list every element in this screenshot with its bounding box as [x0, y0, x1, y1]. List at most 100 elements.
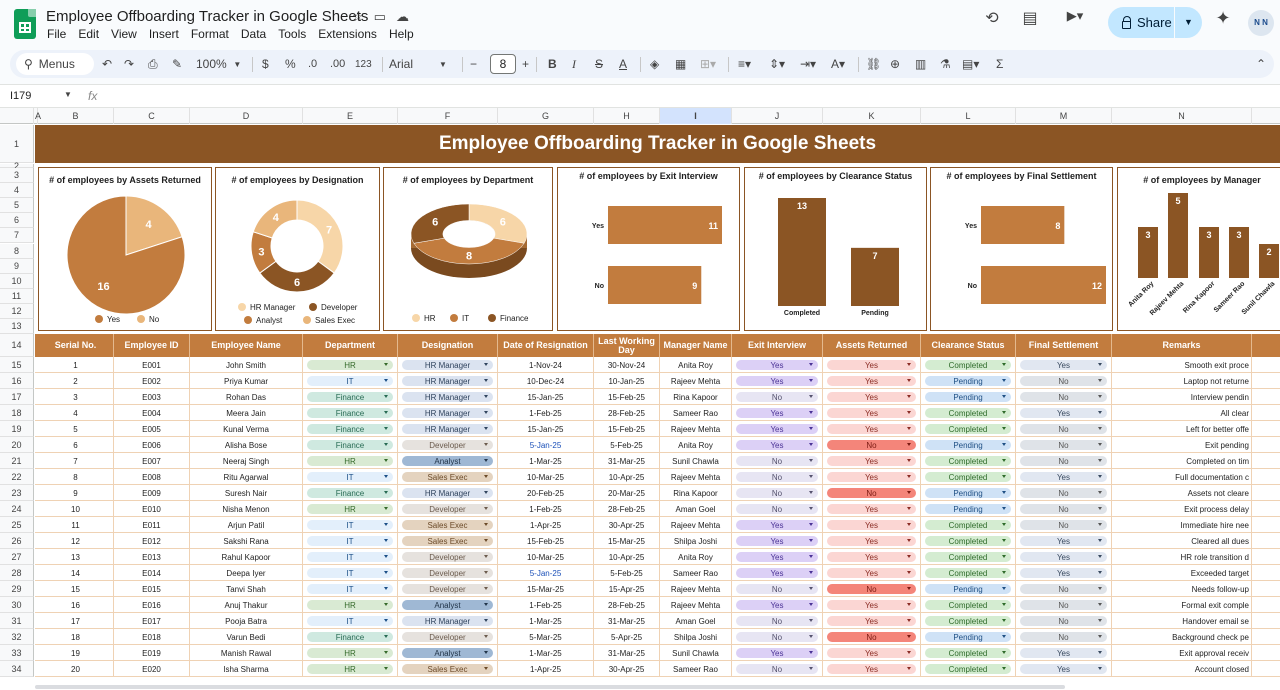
dropdown-chip[interactable]: IT	[306, 376, 394, 386]
dropdown-chip[interactable]: Yes	[826, 456, 917, 466]
cell-manager-name[interactable]: Rajeev Mehta	[660, 469, 732, 485]
document-title[interactable]: Employee Offboarding Tracker in Google S…	[46, 8, 368, 25]
cell-exit-interview[interactable]: No	[732, 581, 823, 597]
row-header-7[interactable]: 7	[0, 228, 34, 244]
dropdown-chip[interactable]: No	[1019, 424, 1108, 434]
dropdown-chip[interactable]: Yes	[1019, 568, 1108, 578]
dropdown-chip[interactable]: No	[1019, 520, 1108, 530]
cell-manager-name[interactable]: Aman Goel	[660, 613, 732, 629]
dropdown-chip[interactable]: Analyst	[401, 456, 494, 466]
filter-views-icon[interactable]: ▤▾	[962, 55, 979, 73]
dropdown-chip[interactable]: No	[826, 488, 917, 498]
column-header-j[interactable]: J	[732, 108, 823, 124]
cell-designation[interactable]: Developer	[398, 581, 498, 597]
dropdown-chip[interactable]: Yes	[1019, 664, 1108, 674]
dropdown-chip[interactable]: Completed	[924, 600, 1012, 610]
cell-serial-no-[interactable]: 9	[38, 485, 114, 501]
cell-last-working-day[interactable]: 30-Apr-25	[594, 517, 660, 533]
cell-date-of-resignation[interactable]: 1-Mar-25	[498, 613, 594, 629]
cell-assets-returned[interactable]: No	[823, 581, 921, 597]
chart-card-4[interactable]: # of employees by Exit Interview 11 Yes 9 No	[557, 167, 740, 331]
cell-exit-interview[interactable]: No	[732, 453, 823, 469]
cell-department[interactable]: IT	[303, 549, 398, 565]
cell-manager-name[interactable]: Rina Kapoor	[660, 485, 732, 501]
dropdown-chip[interactable]: Finance	[306, 408, 394, 418]
cell-assets-returned[interactable]: Yes	[823, 565, 921, 581]
row-header-24[interactable]: 24	[0, 501, 34, 517]
menu-data[interactable]: Data	[241, 27, 266, 41]
cell-employee-id[interactable]: E012	[114, 533, 190, 549]
dropdown-chip[interactable]: Yes	[826, 408, 917, 418]
row-header-14[interactable]: 14	[0, 334, 34, 357]
cell-exit-interview[interactable]: Yes	[732, 357, 823, 373]
cell-assets-returned[interactable]: No	[823, 437, 921, 453]
cell-assets-returned[interactable]: Yes	[823, 501, 921, 517]
dropdown-chip[interactable]: No	[735, 488, 819, 498]
cell-serial-no-[interactable]: 16	[38, 597, 114, 613]
cell-department[interactable]: IT	[303, 533, 398, 549]
dropdown-chip[interactable]: No	[1019, 456, 1108, 466]
dropdown-chip[interactable]: Yes	[826, 360, 917, 370]
cell-final-settlement[interactable]: Yes	[1016, 565, 1112, 581]
row-header-1[interactable]: 1	[0, 125, 34, 163]
menu-edit[interactable]: Edit	[78, 27, 99, 41]
cell-serial-no-[interactable]: 17	[38, 613, 114, 629]
cell-employee-id[interactable]: E006	[114, 437, 190, 453]
row-header-3[interactable]: 3	[0, 168, 34, 183]
dropdown-chip[interactable]: Completed	[924, 424, 1012, 434]
cell-remarks[interactable]: Account closed	[1112, 661, 1252, 677]
row-header-9[interactable]: 9	[0, 258, 34, 274]
cell-remarks[interactable]: Assets not cleare	[1112, 485, 1252, 501]
row-header-13[interactable]: 13	[0, 319, 34, 334]
cell-employee-name[interactable]: Suresh Nair	[190, 485, 303, 501]
cell-date-of-resignation[interactable]: 1-Feb-25	[498, 405, 594, 421]
cell-department[interactable]: HR	[303, 661, 398, 677]
dropdown-chip[interactable]: HR	[306, 504, 394, 514]
cell-last-working-day[interactable]: 28-Feb-25	[594, 405, 660, 421]
cell-designation[interactable]: Sales Exec	[398, 517, 498, 533]
menu-extensions[interactable]: Extensions	[318, 27, 377, 41]
dropdown-chip[interactable]: Completed	[924, 648, 1012, 658]
cell-final-settlement[interactable]: No	[1016, 517, 1112, 533]
dropdown-chip[interactable]: Developer	[401, 584, 494, 594]
row-header-29[interactable]: 29	[0, 581, 34, 597]
cell-last-working-day[interactable]: 30-Apr-25	[594, 661, 660, 677]
cell-last-working-day[interactable]: 30-Nov-24	[594, 357, 660, 373]
cell-remarks[interactable]: Exceeded target	[1112, 565, 1252, 581]
dropdown-chip[interactable]: IT	[306, 472, 394, 482]
cell-last-working-day[interactable]: 10-Apr-25	[594, 549, 660, 565]
dropdown-chip[interactable]: No	[1019, 584, 1108, 594]
dropdown-chip[interactable]: Completed	[924, 360, 1012, 370]
cell-assets-returned[interactable]: No	[823, 629, 921, 645]
dropdown-chip[interactable]: Developer	[401, 504, 494, 514]
dropdown-chip[interactable]: Completed	[924, 408, 1012, 418]
decrease-decimal-button[interactable]: .0	[308, 55, 317, 73]
merge-cells-icon[interactable]: ⊞▾	[700, 55, 716, 73]
cell-serial-no-[interactable]: 18	[38, 629, 114, 645]
number-format-button[interactable]: 123	[355, 55, 372, 73]
dropdown-chip[interactable]: No	[735, 456, 819, 466]
cell-manager-name[interactable]: Rajeev Mehta	[660, 597, 732, 613]
cell-serial-no-[interactable]: 10	[38, 501, 114, 517]
cell-manager-name[interactable]: Sunil Chawla	[660, 453, 732, 469]
cell-manager-name[interactable]: Sameer Rao	[660, 405, 732, 421]
cell-assets-returned[interactable]: Yes	[823, 373, 921, 389]
cell-exit-interview[interactable]: No	[732, 389, 823, 405]
cell-date-of-resignation[interactable]: 1-Feb-25	[498, 597, 594, 613]
cell-employee-id[interactable]: E010	[114, 501, 190, 517]
cell-manager-name[interactable]: Anita Roy	[660, 549, 732, 565]
cell-manager-name[interactable]: Rajeev Mehta	[660, 581, 732, 597]
dropdown-chip[interactable]: No	[735, 472, 819, 482]
dropdown-chip[interactable]: Yes	[1019, 552, 1108, 562]
undo-icon[interactable]: ↶	[102, 55, 112, 73]
cell-serial-no-[interactable]: 11	[38, 517, 114, 533]
dropdown-chip[interactable]: Yes	[826, 520, 917, 530]
cell-remarks[interactable]: Exit process delay	[1112, 501, 1252, 517]
cell-employee-name[interactable]: Kunal Verma	[190, 421, 303, 437]
cell-designation[interactable]: Developer	[398, 629, 498, 645]
dropdown-chip[interactable]: Yes	[735, 424, 819, 434]
dropdown-chip[interactable]: No	[826, 632, 917, 642]
row-header-33[interactable]: 33	[0, 645, 34, 661]
cell-manager-name[interactable]: Anita Roy	[660, 437, 732, 453]
cell-clearance-status[interactable]: Completed	[921, 661, 1016, 677]
